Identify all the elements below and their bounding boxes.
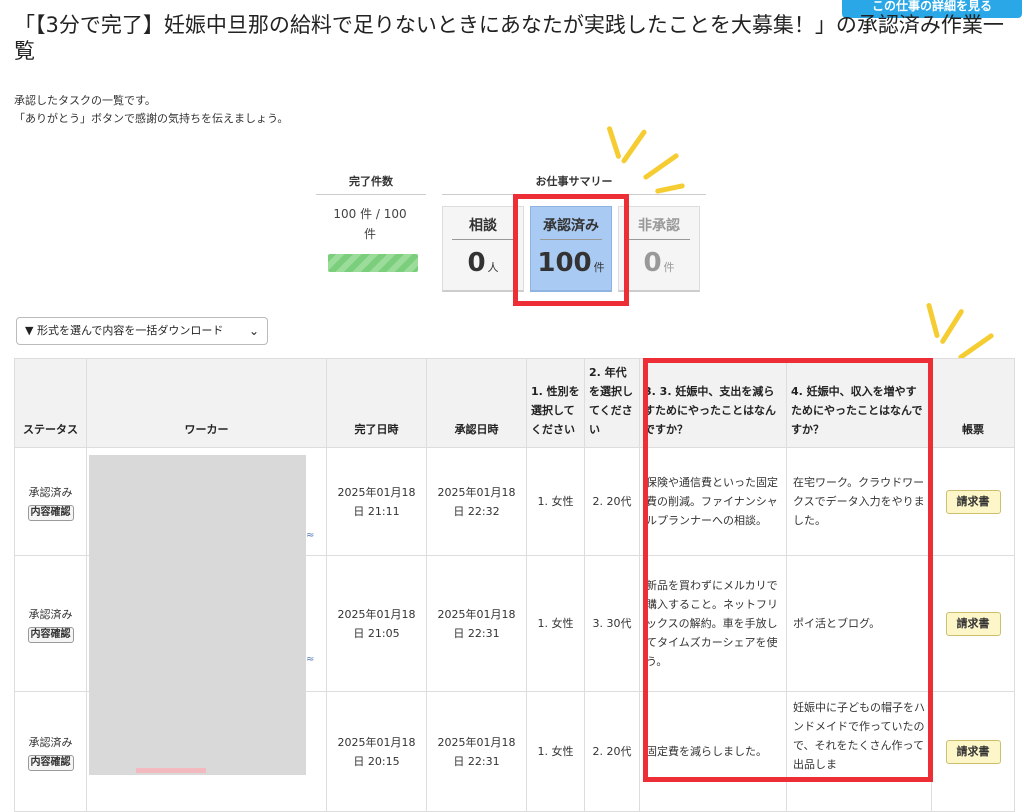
age-cell: 2. 20代 — [584, 691, 640, 812]
approved-cell: 2025年01月18日 22:32 — [426, 447, 527, 556]
worker-link-fragment: ≈ — [306, 530, 315, 541]
intro-line: 「ありがとう」ボタンで感謝の気持ちを伝えましょう。 — [14, 112, 289, 125]
invoice-button[interactable]: 請求書 — [945, 739, 1001, 764]
completed-count-header: 完了件数 — [316, 170, 426, 195]
header-approved: 承認日時 — [426, 358, 527, 448]
page-title: 「【3分で完了】妊娠中旦那の給料で足りないときにあなたが実践したことを大募集！」… — [14, 13, 1004, 63]
card-label: 非承認 — [628, 213, 690, 240]
bulk-download-select[interactable]: ▼ 形式を選んで内容を一括ダウンロード ⌄ — [16, 317, 268, 345]
invoice-cell: 請求書 — [931, 447, 1015, 556]
age-cell: 2. 20代 — [584, 447, 640, 556]
status-text: 承認済み — [28, 735, 73, 749]
bulk-download-label: ▼ 形式を選んで内容を一括ダウンロード — [25, 324, 224, 337]
completed-cell: 2025年01月18日 21:05 — [326, 555, 427, 692]
emphasis-stroke — [620, 128, 648, 165]
completed-cell: 2025年01月18日 21:11 — [326, 447, 427, 556]
worker-redaction — [89, 455, 306, 775]
invoice-cell: 請求書 — [931, 555, 1015, 692]
card-count: 0人 — [467, 248, 499, 278]
highlight-approved-box — [513, 194, 629, 306]
gender-cell: 1. 女性 — [526, 447, 585, 556]
emphasis-stroke — [957, 332, 995, 361]
content-check-button[interactable]: 内容確認 — [27, 754, 74, 771]
worker-link-fragment: ≈ — [306, 654, 315, 665]
card-count: 0件 — [643, 248, 675, 278]
gender-cell: 1. 女性 — [526, 555, 585, 692]
content-check-button[interactable]: 内容確認 — [27, 626, 74, 643]
invoice-button[interactable]: 請求書 — [945, 611, 1001, 636]
redaction-edge — [136, 768, 206, 773]
emphasis-stroke — [606, 125, 622, 160]
header-completed: 完了日時 — [326, 358, 427, 448]
intro-text: 承認したタスクの一覧です。 「ありがとう」ボタンで感謝の気持ちを伝えましょう。 — [14, 92, 288, 128]
header-q2: 2. 年代を選択してください — [584, 358, 640, 448]
completed-cell: 2025年01月18日 20:15 — [326, 691, 427, 812]
consult-card[interactable]: 相談 0人 — [442, 206, 524, 292]
rejected-card[interactable]: 非承認 0件 — [618, 206, 700, 292]
invoice-button[interactable]: 請求書 — [945, 489, 1001, 514]
header-invoice: 帳票 — [931, 358, 1015, 448]
header-q1: 1. 性別を選択してください — [526, 358, 585, 448]
job-summary: 完了件数 お仕事サマリー 100 件 / 100 件 相談 0人 承認済み 10… — [316, 170, 706, 310]
emphasis-stroke — [939, 308, 965, 345]
status-text: 承認済み — [28, 485, 73, 499]
header-status: ステータス — [14, 358, 87, 448]
approved-cell: 2025年01月18日 22:31 — [426, 691, 527, 812]
age-cell: 3. 30代 — [584, 555, 640, 692]
card-label: 相談 — [452, 213, 514, 240]
status-cell: 承認済み 内容確認 — [14, 555, 87, 692]
chevron-down-icon: ⌄ — [248, 324, 259, 338]
completed-count: 100 件 / 100 件 — [333, 207, 407, 241]
invoice-cell: 請求書 — [931, 691, 1015, 812]
approved-cell: 2025年01月18日 22:31 — [426, 555, 527, 692]
work-summary-header: お仕事サマリー — [442, 170, 706, 195]
status-cell: 承認済み 内容確認 — [14, 447, 87, 556]
status-cell: 承認済み 内容確認 — [14, 691, 87, 812]
emphasis-stroke — [925, 302, 941, 339]
header-worker: ワーカー — [86, 358, 327, 448]
intro-line: 承認したタスクの一覧です。 — [14, 94, 156, 107]
highlight-answers-box — [643, 358, 933, 782]
completion-progress-bar — [328, 254, 418, 272]
content-check-button[interactable]: 内容確認 — [27, 504, 74, 521]
gender-cell: 1. 女性 — [526, 691, 585, 812]
status-text: 承認済み — [28, 607, 73, 621]
